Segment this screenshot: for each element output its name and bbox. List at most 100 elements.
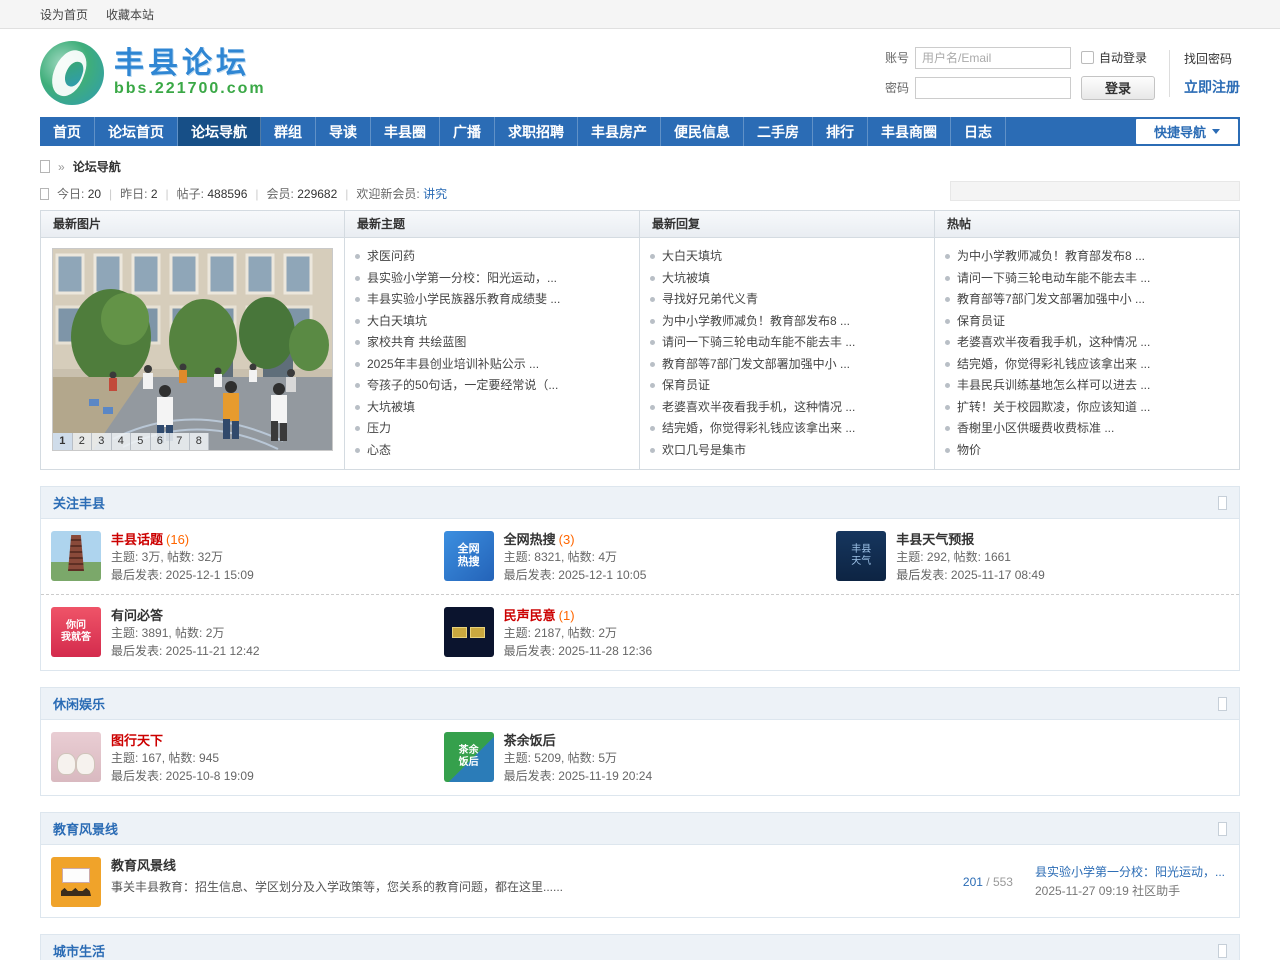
reply-link[interactable]: 请问一下骑三轮电动车能不能去丰 ... (662, 332, 855, 354)
password-input[interactable] (915, 77, 1071, 99)
reply-link[interactable]: 大坑被填 (662, 268, 710, 290)
hot-post-link[interactable]: 请问一下骑三轮电动车能不能去丰 ... (957, 268, 1150, 290)
collapse-icon[interactable] (1218, 496, 1227, 510)
nav-item-secondhand[interactable]: 二手房 (744, 117, 813, 146)
reply-link[interactable]: 老婆喜欢半夜看我手机，这种情况 ... (662, 397, 855, 419)
forum-link[interactable]: 教育风景线 (111, 858, 176, 873)
reply-link[interactable]: 教育部等7部门发文部署加强中小 ... (662, 354, 850, 376)
topic-link[interactable]: 大坑被填 (367, 397, 415, 419)
nav-item-fengxian-circle[interactable]: 丰县圈 (371, 117, 440, 146)
puppies-photo-icon[interactable] (51, 732, 101, 782)
topic-link[interactable]: 求医问药 (367, 246, 415, 268)
hot-post-link[interactable]: 香榭里小区供暖费收费标准 ... (957, 418, 1114, 440)
username-input[interactable] (915, 47, 1071, 69)
forum-link[interactable]: 丰县天气预报 (896, 532, 974, 547)
nav-item-broadcast[interactable]: 广播 (440, 117, 495, 146)
nav-item-ranking[interactable]: 排行 (813, 117, 868, 146)
register-link[interactable]: 立即注册 (1184, 77, 1240, 97)
login-button[interactable]: 登录 (1081, 76, 1155, 100)
home-icon[interactable] (40, 160, 50, 173)
forum-link[interactable]: 民声民意 (504, 608, 556, 623)
nav-item-business-circle[interactable]: 丰县商圈 (868, 117, 951, 146)
weather-icon[interactable]: 丰县 天气 (836, 531, 886, 581)
forum-link[interactable]: 丰县话题 (111, 532, 163, 547)
auto-login-checkbox[interactable] (1081, 51, 1094, 64)
section-city-life: 城市生活 交通违章曝光台 主题: 88, 帖数: 1096 最后发表: 2025… (40, 934, 1240, 960)
forum-item-photo-world: 图行天下 主题: 167, 帖数: 945 最后发表: 2025-10-8 19… (51, 732, 444, 785)
reply-link[interactable]: 为中小学教师减负！教育部发布8 ... (662, 311, 850, 333)
photo-page-8[interactable]: 8 (190, 433, 210, 450)
nav-item-digest[interactable]: 导读 (316, 117, 371, 146)
forum-lastpost: 最后发表: 2025-12-1 15:09 (111, 566, 254, 584)
newest-member-link[interactable]: 讲究 (423, 187, 447, 201)
hot-post-link[interactable]: 教育部等7部门发文部署加强中小 ... (957, 289, 1145, 311)
hot-post-link[interactable]: 丰县民兵训练基地怎么样可以进去 ... (957, 375, 1150, 397)
topic-link[interactable]: 家校共育 共绘蓝图 (367, 332, 466, 354)
hot-post-link[interactable]: 物价 (957, 440, 981, 462)
topic-link[interactable]: 压力 (367, 418, 391, 440)
topic-link[interactable]: 2025年丰县创业培训补贴公示 ... (367, 354, 539, 376)
reply-link[interactable]: 寻找好兄弟代义青 (662, 289, 758, 311)
topic-link[interactable]: 心态 (367, 440, 391, 462)
question-answer-icon[interactable]: 你问 我就答 (51, 607, 101, 657)
nav-item-realestate[interactable]: 丰县房产 (578, 117, 661, 146)
latest-photo[interactable]: 1 2 3 4 5 6 7 8 (52, 248, 333, 451)
forum-link[interactable]: 茶余饭后 (504, 733, 556, 748)
hot-search-icon[interactable]: 全网 热搜 (444, 531, 494, 581)
forgot-password-link[interactable]: 找回密码 (1184, 50, 1240, 67)
list-item: 丰县民兵训练基地怎么样可以进去 ... (945, 375, 1229, 397)
nav-item-home[interactable]: 首页 (40, 117, 95, 146)
pagoda-photo-icon[interactable] (51, 531, 101, 581)
members-label: 会员: (267, 187, 294, 201)
lastpost-title-link[interactable]: 县实验小学第一分校：阳光运动，... (1035, 865, 1225, 879)
topic-link[interactable]: 夸孩子的50句话，一定要经常说（... (367, 375, 558, 397)
photo-page-4[interactable]: 4 (112, 433, 132, 450)
forum-link[interactable]: 全网热搜 (504, 532, 556, 547)
collapse-icon[interactable] (1218, 822, 1227, 836)
photo-page-5[interactable]: 5 (131, 433, 151, 450)
forum-link[interactable]: 有问必答 (111, 608, 163, 623)
quick-nav-button[interactable]: 快捷导航 (1136, 119, 1238, 144)
forum-link[interactable]: 图行天下 (111, 733, 163, 748)
reply-link[interactable]: 大白天填坑 (662, 246, 722, 268)
collapse-icon[interactable] (1218, 944, 1227, 958)
set-home-link[interactable]: 设为首页 (40, 6, 88, 23)
hot-post-link[interactable]: 保育员证 (957, 311, 1005, 333)
topic-link[interactable]: 丰县实验小学民族器乐教育成绩斐 ... (367, 289, 560, 311)
bookmark-link[interactable]: 收藏本站 (106, 6, 154, 23)
school-playground-photo (53, 249, 332, 450)
topic-link[interactable]: 大白天填坑 (367, 311, 427, 333)
forum-lastpost: 最后发表: 2025-12-1 10:05 (504, 566, 647, 584)
reply-link[interactable]: 保育员证 (662, 375, 710, 397)
reply-link[interactable]: 欢口几号是集市 (662, 440, 746, 462)
site-logo[interactable]: 丰县论坛 bbs.221700.com (40, 41, 266, 105)
nav-item-forum-index[interactable]: 论坛首页 (95, 117, 178, 146)
dual-monitors-icon[interactable] (444, 607, 494, 657)
photo-page-3[interactable]: 3 (92, 433, 112, 450)
photo-page-6[interactable]: 6 (151, 433, 171, 450)
nav-item-blogs[interactable]: 日志 (951, 117, 1006, 146)
forum-lastpost: 最后发表: 2025-10-8 19:09 (111, 767, 254, 785)
photo-page-1[interactable]: 1 (53, 433, 73, 450)
list-item: 扩转！关于校园欺凌，你应该知道 ... (945, 397, 1229, 419)
hot-post-link[interactable]: 扩转！关于校园欺凌，你应该知道 ... (957, 397, 1150, 419)
breadcrumb: » 论坛导航 (40, 146, 1240, 185)
forum-item-fengxian-topics: 丰县话题(16) 主题: 3万, 帖数: 32万 最后发表: 2025-12-1… (51, 531, 444, 584)
photo-page-7[interactable]: 7 (170, 433, 190, 450)
nav-item-jobs[interactable]: 求职招聘 (495, 117, 578, 146)
reply-link[interactable]: 结完婚，你觉得彩礼钱应该拿出来 ... (662, 418, 855, 440)
breadcrumb-separator: » (58, 160, 65, 174)
collapse-icon[interactable] (1218, 697, 1227, 711)
topic-link[interactable]: 县实验小学第一分校：阳光运动，... (367, 268, 557, 290)
photo-page-2[interactable]: 2 (73, 433, 93, 450)
hot-post-link[interactable]: 结完婚，你觉得彩礼钱应该拿出来 ... (957, 354, 1150, 376)
nav-item-groups[interactable]: 群组 (261, 117, 316, 146)
photo-pagination: 1 2 3 4 5 6 7 8 (53, 433, 209, 450)
hot-post-link[interactable]: 为中小学教师减负！教育部发布8 ... (957, 246, 1145, 268)
list-item: 结完婚，你觉得彩礼钱应该拿出来 ... (650, 418, 924, 440)
nav-item-forum-nav[interactable]: 论坛导航 (178, 117, 261, 146)
tea-chat-icon[interactable]: 茶余 饭后 (444, 732, 494, 782)
classroom-icon[interactable] (51, 857, 101, 907)
nav-item-convenience-info[interactable]: 便民信息 (661, 117, 744, 146)
hot-post-link[interactable]: 老婆喜欢半夜看我手机，这种情况 ... (957, 332, 1150, 354)
